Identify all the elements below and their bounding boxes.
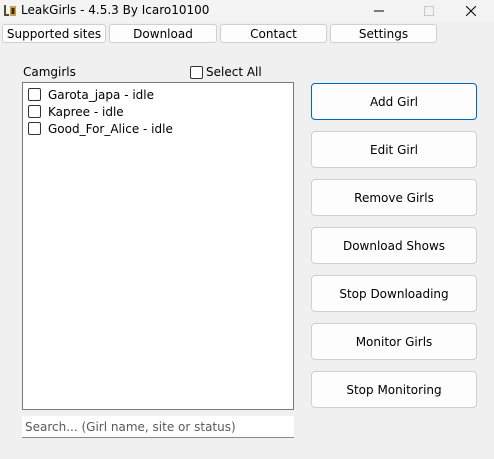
maximize-icon <box>424 6 434 16</box>
search-input[interactable] <box>22 416 294 438</box>
minimize-icon <box>374 10 384 12</box>
stop-downloading-button[interactable]: Stop Downloading <box>311 275 477 312</box>
camgirls-list[interactable]: Garota_japa - idle Kapree - idle Good_Fo… <box>22 82 294 410</box>
list-item-label: Garota_japa - idle <box>48 87 155 102</box>
app-logo-icon <box>4 5 16 16</box>
tab-download[interactable]: Download <box>109 24 217 43</box>
tab-contact[interactable]: Contact <box>220 24 327 43</box>
select-all-label: Select All <box>206 65 262 79</box>
tab-settings[interactable]: Settings <box>330 24 437 43</box>
download-shows-button[interactable]: Download Shows <box>311 227 477 264</box>
edit-girl-button[interactable]: Edit Girl <box>311 131 477 168</box>
select-all-checkbox[interactable]: Select All <box>190 65 262 79</box>
list-item-label: Good_For_Alice - idle <box>48 121 173 136</box>
list-item[interactable]: Good_For_Alice - idle <box>28 120 173 137</box>
list-item-label: Kapree - idle <box>48 104 124 119</box>
item-checkbox[interactable] <box>28 88 41 101</box>
checkbox-icon[interactable] <box>190 65 203 79</box>
camgirls-list-label: Camgirls <box>23 65 76 79</box>
stop-monitoring-button[interactable]: Stop Monitoring <box>311 371 477 408</box>
monitor-girls-button[interactable]: Monitor Girls <box>311 323 477 360</box>
tab-supported-sites[interactable]: Supported sites <box>2 24 106 43</box>
list-item[interactable]: Garota_japa - idle <box>28 86 154 103</box>
close-icon <box>466 6 476 16</box>
item-checkbox[interactable] <box>28 105 41 118</box>
app-window: LeakGirls - 4.5.3 By Icaro10100 Supporte… <box>0 0 494 459</box>
add-girl-button[interactable]: Add Girl <box>311 83 477 120</box>
title-bar[interactable]: LeakGirls - 4.5.3 By Icaro10100 <box>0 0 494 22</box>
remove-girls-button[interactable]: Remove Girls <box>311 179 477 216</box>
close-button[interactable] <box>448 0 494 22</box>
minimize-button[interactable] <box>356 0 402 22</box>
window-title: LeakGirls - 4.5.3 By Icaro10100 <box>21 3 210 17</box>
list-item[interactable]: Kapree - idle <box>28 103 124 120</box>
item-checkbox[interactable] <box>28 122 41 135</box>
maximize-button[interactable] <box>406 0 452 22</box>
